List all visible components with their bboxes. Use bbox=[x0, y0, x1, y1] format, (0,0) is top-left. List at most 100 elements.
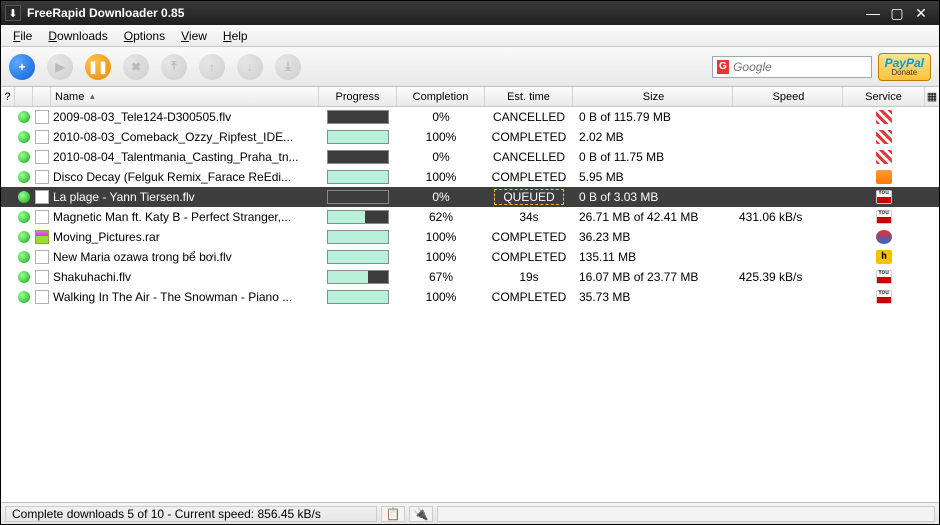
table-row[interactable]: 2010-08-04_Talentmania_Casting_Praha_tn.… bbox=[1, 147, 939, 167]
est-time-cell: 34s bbox=[485, 210, 573, 224]
table-row[interactable]: Magnetic Man ft. Katy B - Perfect Strang… bbox=[1, 207, 939, 227]
table-row[interactable]: Moving_Pictures.rar100%COMPLETED36.23 MB bbox=[1, 227, 939, 247]
search-box[interactable]: G bbox=[712, 56, 872, 78]
size-cell: 26.71 MB of 42.41 MB bbox=[573, 210, 733, 224]
completion-cell: 0% bbox=[397, 190, 485, 204]
status-dot-icon bbox=[15, 251, 33, 263]
menu-file[interactable]: File bbox=[7, 27, 38, 45]
completion-cell: 100% bbox=[397, 230, 485, 244]
status-text: Complete downloads 5 of 10 - Current spe… bbox=[5, 506, 377, 522]
table-row[interactable]: 2009-08-03_Tele124-D300505.flv0%CANCELLE… bbox=[1, 107, 939, 127]
file-type-icon bbox=[33, 150, 51, 164]
status-dot-icon bbox=[15, 211, 33, 223]
progress-cell bbox=[319, 190, 397, 204]
col-icon2[interactable] bbox=[33, 87, 51, 106]
col-progress[interactable]: Progress bbox=[319, 87, 397, 106]
size-cell: 0 B of 3.03 MB bbox=[573, 190, 733, 204]
menu-help[interactable]: Help bbox=[217, 27, 254, 45]
file-type-icon bbox=[33, 110, 51, 124]
col-est-time[interactable]: Est. time bbox=[485, 87, 573, 106]
progress-cell bbox=[319, 150, 397, 164]
col-speed[interactable]: Speed bbox=[733, 87, 843, 106]
file-type-icon bbox=[33, 230, 51, 244]
file-type-icon bbox=[33, 250, 51, 264]
status-dot-icon bbox=[15, 151, 33, 163]
download-list[interactable]: 2009-08-03_Tele124-D300505.flv 0% CANCELLE… bbox=[1, 107, 939, 502]
status-spacer bbox=[437, 506, 935, 522]
table-row[interactable]: Disco Decay (Felguk Remix_Farace ReEdi..… bbox=[1, 167, 939, 187]
speed-cell: 425.39 kB/s bbox=[733, 270, 843, 284]
menu-downloads[interactable]: Downloads bbox=[42, 27, 113, 45]
minimize-button[interactable]: — bbox=[865, 5, 881, 22]
add-button[interactable]: + bbox=[9, 54, 35, 80]
size-cell: 36.23 MB bbox=[573, 230, 733, 244]
size-cell: 0 B of 11.75 MB bbox=[573, 150, 733, 164]
col-icon1[interactable] bbox=[15, 87, 33, 106]
file-name: Disco Decay (Felguk Remix_Farace ReEdi..… bbox=[51, 170, 319, 184]
table-row[interactable]: 2010-08-03_Comeback_Ozzy_Ripfest_IDE...1… bbox=[1, 127, 939, 147]
pause-button[interactable]: ❚❚ bbox=[85, 54, 111, 80]
status-dot-icon bbox=[15, 131, 33, 143]
col-status[interactable]: ? bbox=[1, 87, 15, 106]
status-dot-icon bbox=[15, 231, 33, 243]
col-name[interactable]: Name▲ bbox=[51, 87, 319, 106]
search-input[interactable] bbox=[733, 60, 867, 74]
stop-button: ✖ bbox=[123, 54, 149, 80]
file-name: 2009-08-03_Tele124-D300505.flv bbox=[51, 110, 319, 124]
file-name: Shakuhachi.flv bbox=[51, 270, 319, 284]
menu-options[interactable]: Options bbox=[118, 27, 171, 45]
est-time-cell: COMPLETED bbox=[485, 170, 573, 184]
col-completion[interactable]: Completion bbox=[397, 87, 485, 106]
service-cell bbox=[843, 210, 925, 224]
file-type-icon bbox=[33, 270, 51, 284]
status-dot-icon bbox=[15, 271, 33, 283]
completion-cell: 100% bbox=[397, 290, 485, 304]
status-dot-icon bbox=[15, 111, 33, 123]
col-config[interactable]: ▦ bbox=[925, 87, 939, 106]
file-name: La plage - Yann Tiersen.flv bbox=[51, 190, 319, 204]
paypal-donate-label: Donate bbox=[891, 69, 917, 77]
service-cell bbox=[843, 150, 925, 164]
est-time-cell: COMPLETED bbox=[485, 290, 573, 304]
size-cell: 135.11 MB bbox=[573, 250, 733, 264]
file-name: New Maria ozawa trong bể bơi.flv bbox=[51, 250, 319, 264]
window-title: FreeRapid Downloader 0.85 bbox=[27, 6, 865, 20]
service-cell bbox=[843, 270, 925, 284]
table-row[interactable]: New Maria ozawa trong bể bơi.flv100%COMP… bbox=[1, 247, 939, 267]
est-time-cell: 19s bbox=[485, 270, 573, 284]
col-size[interactable]: Size bbox=[573, 87, 733, 106]
clipboard-monitor-button[interactable]: 📋 bbox=[381, 506, 405, 522]
status-dot-icon bbox=[15, 291, 33, 303]
progress-cell bbox=[319, 270, 397, 284]
service-cell: h bbox=[843, 250, 925, 264]
completion-cell: 100% bbox=[397, 170, 485, 184]
est-time-cell: CANCELLED bbox=[485, 150, 573, 164]
completion-cell: 67% bbox=[397, 270, 485, 284]
size-cell: 16.07 MB of 23.77 MB bbox=[573, 270, 733, 284]
progress-cell bbox=[319, 110, 397, 124]
connection-button[interactable]: 🔌 bbox=[409, 506, 433, 522]
status-dot-icon bbox=[15, 191, 33, 203]
table-row[interactable]: La plage - Yann Tiersen.flv 0%QUEUED0 B o… bbox=[1, 187, 939, 207]
up-button: ↑ bbox=[199, 54, 225, 80]
service-cell bbox=[843, 230, 925, 244]
progress-cell bbox=[319, 210, 397, 224]
progress-cell bbox=[319, 130, 397, 144]
size-cell: 35.73 MB bbox=[573, 290, 733, 304]
progress-cell bbox=[319, 290, 397, 304]
file-name: Magnetic Man ft. Katy B - Perfect Strang… bbox=[51, 210, 319, 224]
size-cell: 2.02 MB bbox=[573, 130, 733, 144]
close-button[interactable]: ✕ bbox=[913, 5, 929, 22]
est-time-cell: QUEUED bbox=[485, 189, 573, 205]
table-row[interactable]: Shakuhachi.flv 67%19s16.07 MB of 23.77 MB… bbox=[1, 267, 939, 287]
maximize-button[interactable]: ▢ bbox=[889, 5, 905, 22]
menu-view[interactable]: View bbox=[175, 27, 213, 45]
col-service[interactable]: Service bbox=[843, 87, 925, 106]
table-row[interactable]: Walking In The Air - The Snowman - Piano… bbox=[1, 287, 939, 307]
donate-button[interactable]: PayPal Donate bbox=[878, 53, 931, 81]
completion-cell: 100% bbox=[397, 130, 485, 144]
table-header: ? Name▲ Progress Completion Est. time Si… bbox=[1, 87, 939, 107]
service-cell bbox=[843, 190, 925, 204]
status-bar: Complete downloads 5 of 10 - Current spe… bbox=[1, 502, 939, 524]
menu-bar: File Downloads Options View Help bbox=[1, 25, 939, 47]
